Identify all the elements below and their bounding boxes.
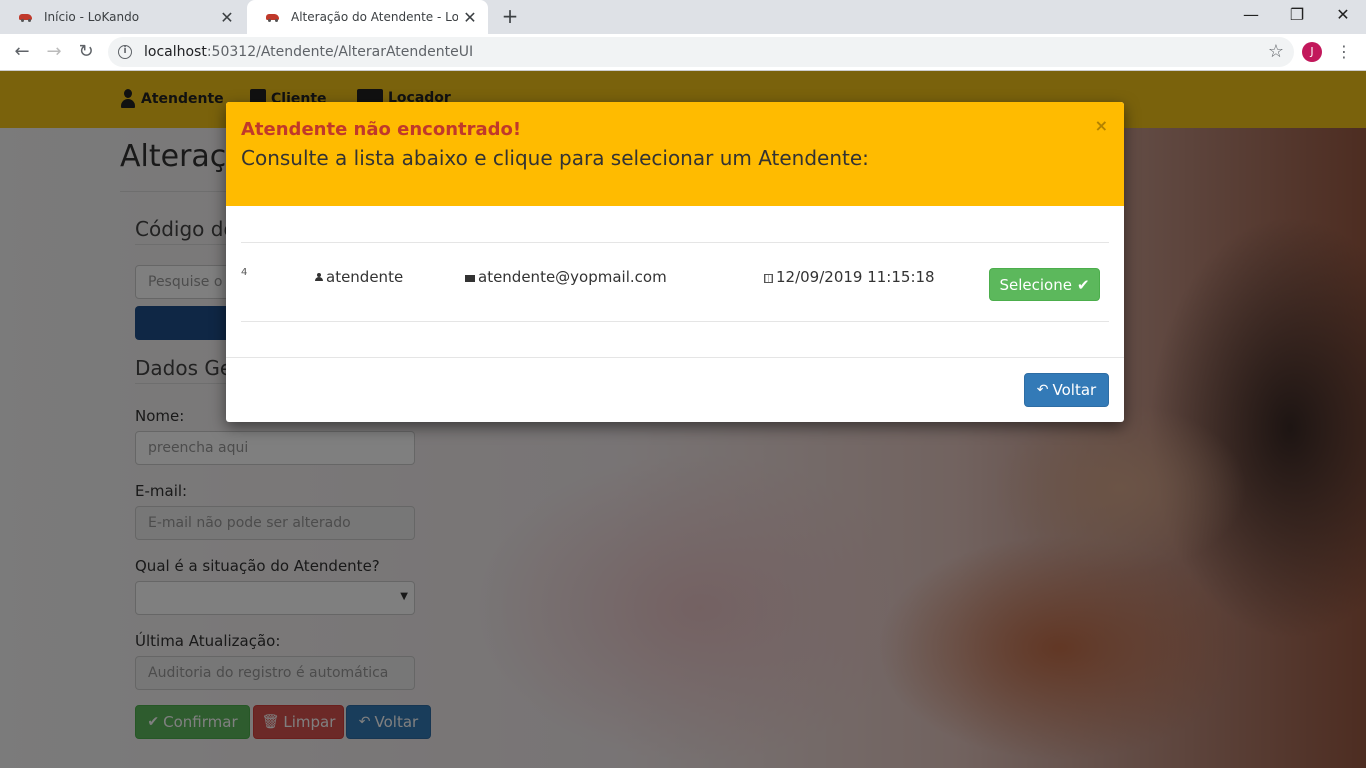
user-icon [315,272,323,282]
window-close-button[interactable]: ✕ [1320,0,1366,32]
modal-footer-divider [226,357,1124,358]
tab-close-icon[interactable]: ✕ [215,8,239,27]
browser-tab-alteracao[interactable]: Alteração do Atendente - LoKando ✕ [247,0,488,34]
forward-arrow-icon[interactable]: → [40,38,68,66]
modal-close-icon[interactable]: × [1095,116,1108,135]
tab-title: Alteração do Atendente - LoKando [291,10,458,24]
profile-avatar[interactable]: J [1302,42,1322,62]
row-date-cell: 12/09/2019 11:15:18 [764,268,935,286]
select-label: Selecione [999,275,1072,294]
browser-menu-icon[interactable]: ⋮ [1336,40,1352,64]
url-host: localhost [144,44,207,60]
info-icon[interactable]: i [118,45,132,59]
bookmark-star-icon[interactable]: ☆ [1268,41,1284,62]
row-email-cell: atendente@yopmail.com [465,268,667,286]
select-attendant-button[interactable]: Selecione ✔ [989,268,1100,301]
calendar-icon [764,273,773,283]
modal-alert-title: Atendente não encontrado! [241,119,522,140]
browser-tab-inicio[interactable]: Início - LoKando ✕ [0,0,245,34]
page-content: Atendente Cliente Locador Alteração do A… [0,71,1366,768]
table-divider [241,321,1109,322]
lokando-favicon-icon [18,11,34,23]
new-tab-button[interactable]: + [498,4,522,28]
row-name-cell: atendente [315,268,403,286]
browser-tabstrip: Início - LoKando ✕ Alteração do Atendent… [0,0,1366,34]
row-email: atendente@yopmail.com [478,268,667,286]
modal-subtitle: Consulte a lista abaixo e clique para se… [241,146,869,170]
tab-title: Início - LoKando [44,10,140,24]
lokando-favicon-icon [265,11,281,23]
reload-icon[interactable]: ↻ [72,38,100,66]
browser-toolbar: ← → ↻ i localhost:50312/Atendente/Altera… [0,34,1366,71]
modal-back-label: Voltar [1052,381,1097,399]
row-name: atendente [326,268,404,286]
back-arrow-icon[interactable]: ← [8,38,36,66]
url-path: :50312/Atendente/AlterarAtendenteUI [206,44,474,60]
modal-header: Atendente não encontrado! Consulte a lis… [226,102,1124,206]
envelope-icon [465,274,475,282]
maximize-button[interactable]: ❐ [1274,0,1320,32]
tab-close-icon[interactable]: ✕ [458,8,482,27]
select-attendant-modal: Atendente não encontrado! Consulte a lis… [226,102,1124,422]
row-id: 4 [241,267,248,278]
minimize-button[interactable]: — [1228,0,1274,32]
check-icon: ✔ [1076,275,1090,294]
modal-back-button[interactable]: ↶ Voltar [1024,373,1109,407]
reply-icon: ↶ [1036,382,1049,398]
row-date: 12/09/2019 11:15:18 [776,268,935,286]
address-bar[interactable]: i localhost:50312/Atendente/AlterarAtend… [108,37,1294,67]
table-divider [241,242,1109,243]
